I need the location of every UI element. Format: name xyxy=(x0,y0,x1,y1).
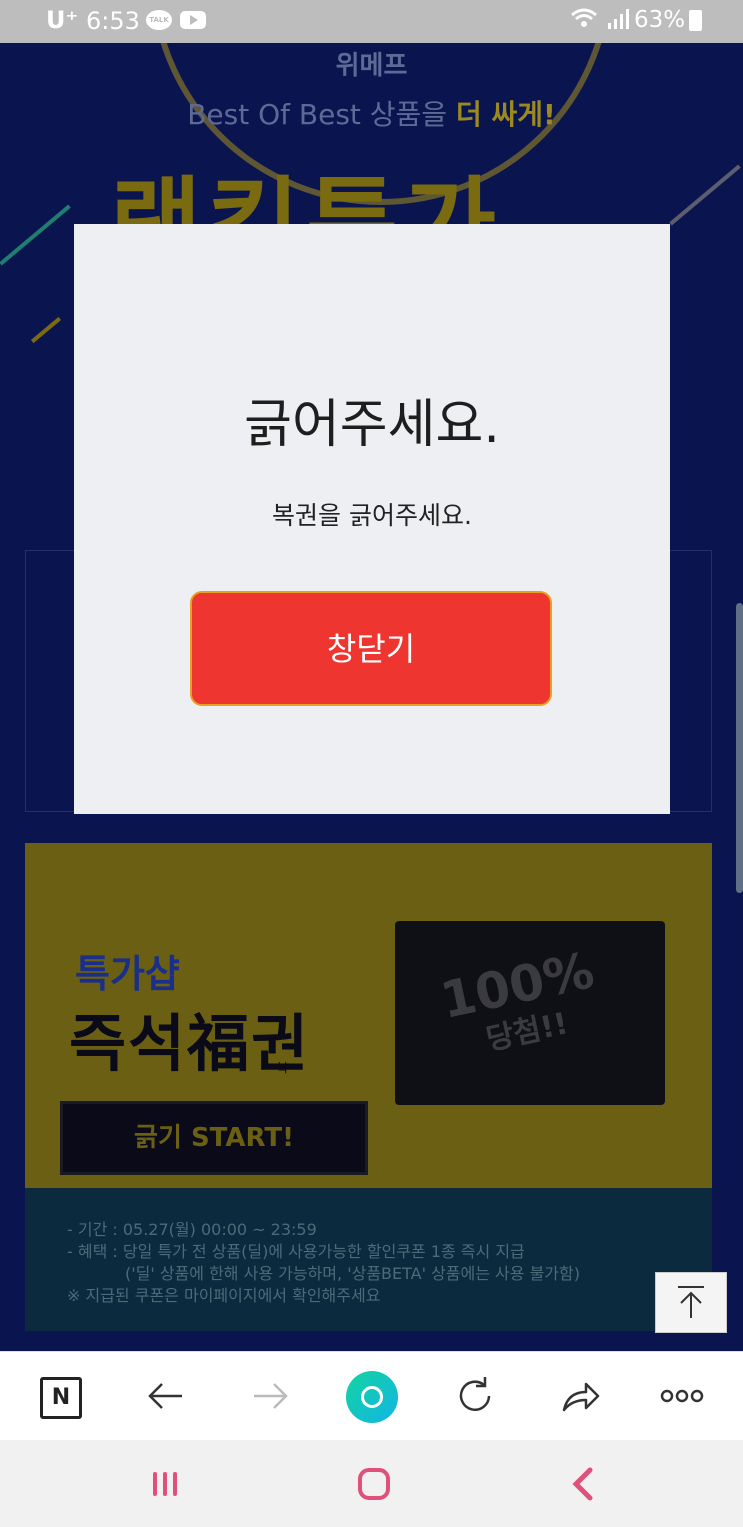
back-button-icon[interactable] xyxy=(562,1462,606,1506)
back-arrow-icon[interactable] xyxy=(142,1372,190,1420)
modal-title: 긁어주세요. xyxy=(244,395,500,455)
home-icon[interactable] xyxy=(346,1371,398,1423)
scratch-modal: 긁어주세요. 복권을 긁어주세요. 창닫기 xyxy=(74,224,670,814)
recent-apps-icon[interactable] xyxy=(143,1462,187,1506)
close-button[interactable]: 창닫기 xyxy=(190,591,552,706)
youtube-icon xyxy=(180,11,206,29)
refresh-icon[interactable] xyxy=(451,1372,499,1420)
carrier-label: U⁺ xyxy=(46,6,79,34)
signal-icon xyxy=(606,7,630,36)
battery-icon xyxy=(689,10,702,31)
share-icon[interactable] xyxy=(556,1372,604,1420)
wifi-icon xyxy=(570,6,598,36)
naver-n-icon[interactable]: N xyxy=(40,1377,82,1419)
modal-message: 복권을 긁어주세요. xyxy=(272,501,472,530)
more-icon[interactable] xyxy=(658,1372,706,1420)
battery-percent: 63% xyxy=(634,7,686,33)
scroll-to-top-button[interactable] xyxy=(655,1272,727,1333)
clock: 6:53 xyxy=(86,7,140,35)
status-bar: U⁺ 6:53 TALK 63% xyxy=(0,0,743,43)
talk-icon: TALK xyxy=(146,10,172,30)
system-navigation xyxy=(0,1440,743,1527)
forward-arrow-icon[interactable] xyxy=(246,1372,294,1420)
browser-toolbar: N xyxy=(0,1351,743,1441)
arrow-up-icon xyxy=(678,1286,704,1318)
home-button-icon[interactable] xyxy=(352,1462,396,1506)
scrollbar[interactable] xyxy=(736,603,743,893)
